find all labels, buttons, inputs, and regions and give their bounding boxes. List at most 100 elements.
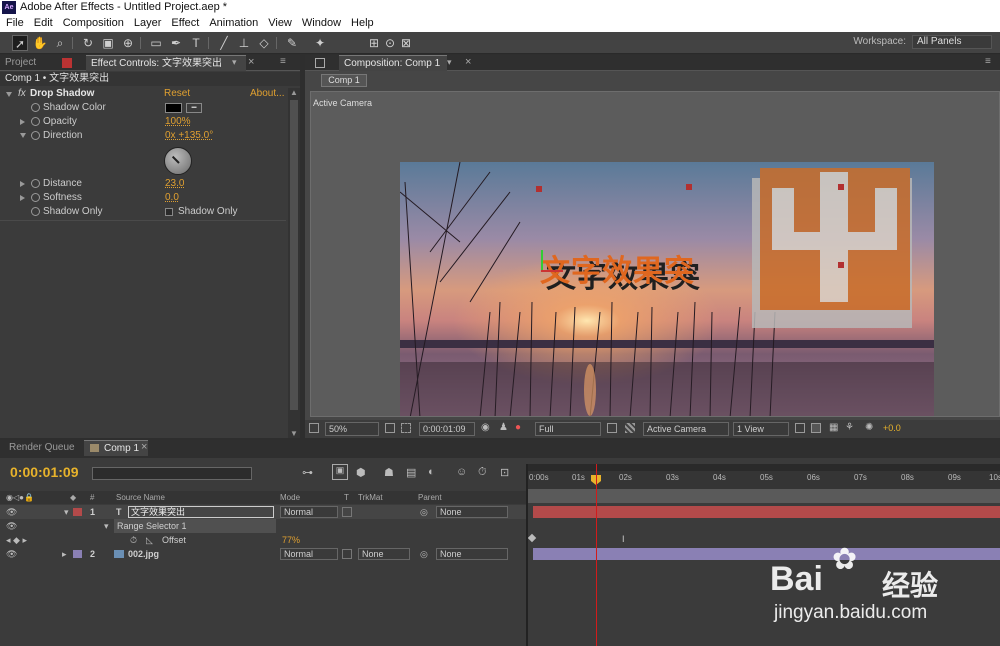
time-navigator[interactable] bbox=[527, 464, 1000, 471]
zoom-dropdown[interactable]: 50% bbox=[325, 422, 379, 436]
transparency-grid-icon[interactable] bbox=[625, 423, 635, 433]
exposure-value[interactable]: +0.0 bbox=[883, 423, 901, 433]
comp-subtab[interactable]: Comp 1 bbox=[321, 74, 367, 87]
panel-menu-icon[interactable]: ≡ bbox=[985, 56, 991, 67]
menu-layer[interactable]: Layer bbox=[129, 15, 167, 32]
parent-dropdown[interactable]: None bbox=[436, 548, 508, 560]
handle-icon[interactable] bbox=[536, 186, 542, 192]
brush-tool-icon[interactable]: ╱ bbox=[216, 35, 232, 51]
dropdown-arrow-icon[interactable]: ▾ bbox=[232, 57, 237, 68]
pen-tool-icon[interactable]: ✒ bbox=[168, 35, 184, 51]
live-update-icon[interactable]: ▣ bbox=[332, 464, 348, 480]
menu-animation[interactable]: Animation bbox=[204, 15, 263, 32]
pan-behind-tool-icon[interactable]: ⊕ bbox=[120, 35, 136, 51]
direction-value[interactable]: 0x +135.0° bbox=[165, 129, 213, 143]
frame-blending-icon[interactable]: ▤ bbox=[406, 466, 416, 479]
view-axis-icon[interactable]: ⊠ bbox=[398, 35, 414, 51]
stopwatch-icon[interactable] bbox=[31, 103, 40, 112]
puppet-tool-icon[interactable]: ✦ bbox=[312, 35, 328, 51]
close-icon[interactable]: × bbox=[248, 56, 254, 68]
snapshot-icon[interactable]: ◉ bbox=[481, 422, 490, 433]
world-axis-icon[interactable]: ⊙ bbox=[382, 35, 398, 51]
handle-icon[interactable] bbox=[838, 262, 844, 268]
roi-icon[interactable] bbox=[607, 423, 617, 433]
about-link[interactable]: About... bbox=[250, 87, 284, 101]
exposure-icon[interactable]: ✺ bbox=[865, 422, 873, 433]
flowchart-icon[interactable]: ⚘ bbox=[845, 422, 854, 433]
mode-dropdown[interactable]: Normal bbox=[280, 506, 338, 518]
panel-menu-icon[interactable]: ≡ bbox=[280, 56, 286, 67]
camera-dropdown[interactable]: Active Camera bbox=[643, 422, 729, 436]
twirl-icon[interactable]: ▸ bbox=[62, 547, 67, 561]
range-selector-label[interactable]: Range Selector 1 bbox=[114, 519, 276, 533]
current-time-indicator[interactable] bbox=[596, 464, 597, 646]
pickwhip-icon[interactable]: ◎ bbox=[420, 505, 428, 519]
twirl-down-icon[interactable]: ▾ bbox=[104, 519, 109, 533]
always-preview-icon[interactable] bbox=[309, 423, 319, 433]
eraser-tool-icon[interactable]: ◇ bbox=[256, 35, 272, 51]
workspace-dropdown[interactable]: All Panels bbox=[912, 35, 992, 49]
hide-shy-icon[interactable]: ☗ bbox=[384, 466, 394, 479]
tab-composition[interactable]: Composition: Comp 1 bbox=[339, 55, 447, 71]
trkmat-dropdown[interactable]: None bbox=[358, 548, 410, 560]
twirl-down-icon[interactable]: ▾ bbox=[64, 505, 69, 519]
parent-dropdown[interactable]: None bbox=[436, 506, 508, 518]
channel-icon[interactable]: ● bbox=[515, 422, 521, 433]
workspace-selector[interactable]: Workspace: All Panels bbox=[853, 35, 992, 49]
lock-icon[interactable] bbox=[62, 58, 72, 68]
preserve-transparency-box[interactable] bbox=[342, 549, 352, 559]
eye-icon[interactable]: 👁 bbox=[6, 505, 17, 519]
menu-edit[interactable]: Edit bbox=[29, 15, 58, 32]
eye-icon[interactable]: 👁 bbox=[6, 547, 17, 561]
opacity-value[interactable]: 100% bbox=[165, 115, 191, 129]
twirl-icon[interactable] bbox=[20, 119, 25, 125]
stopwatch-icon[interactable] bbox=[31, 131, 40, 140]
offset-row[interactable]: ◂ ◆ ▸ ⏱ ◺ Offset 77% bbox=[0, 533, 527, 547]
stopwatch-icon[interactable] bbox=[31, 179, 40, 188]
selection-tool-icon[interactable]: ➚ bbox=[12, 35, 28, 51]
eyedropper-icon[interactable]: ━ bbox=[186, 103, 202, 113]
pickwhip-icon[interactable]: ◎ bbox=[420, 547, 428, 561]
layer-search-input[interactable] bbox=[92, 467, 252, 480]
stopwatch-icon[interactable] bbox=[31, 193, 40, 202]
direction-dial[interactable] bbox=[164, 147, 192, 175]
graph-icon[interactable]: ◺ bbox=[146, 533, 153, 547]
col-source-name[interactable]: Source Name bbox=[116, 491, 165, 504]
current-time[interactable]: 0:00:01:09 bbox=[10, 464, 79, 480]
color-swatch[interactable] bbox=[165, 103, 182, 113]
eye-icon[interactable]: 👁 bbox=[6, 519, 17, 533]
menu-file[interactable]: File bbox=[0, 15, 29, 32]
stopwatch-icon[interactable] bbox=[31, 117, 40, 126]
offset-value[interactable]: 77% bbox=[282, 533, 300, 547]
range-selector-row[interactable]: 👁 ▾ Range Selector 1 bbox=[0, 519, 527, 533]
menu-window[interactable]: Window bbox=[297, 15, 346, 32]
stopwatch-icon[interactable]: ⏱ bbox=[130, 533, 137, 547]
view-layout-dropdown[interactable]: 1 View bbox=[733, 422, 789, 436]
x-axis-gizmo-icon[interactable] bbox=[541, 270, 563, 272]
work-area-bar[interactable] bbox=[527, 489, 1000, 503]
type-tool-icon[interactable]: T bbox=[188, 35, 204, 51]
dropdown-arrow-icon[interactable]: ▾ bbox=[447, 57, 452, 68]
softness-value[interactable]: 0.0 bbox=[165, 191, 179, 205]
keyframe-icon[interactable]: I bbox=[622, 534, 625, 544]
fast-previews-icon[interactable] bbox=[811, 423, 821, 433]
close-icon[interactable]: × bbox=[465, 56, 471, 68]
resolution-dropdown[interactable]: Full bbox=[535, 422, 601, 436]
auto-keyframe-icon[interactable]: ⏱ bbox=[478, 466, 487, 479]
twirl-icon[interactable] bbox=[20, 181, 25, 187]
distance-value[interactable]: 23.0 bbox=[165, 177, 184, 191]
tab-render-queue[interactable]: Render Queue bbox=[4, 440, 80, 456]
panel-divider[interactable] bbox=[526, 464, 528, 646]
stopwatch-icon[interactable] bbox=[31, 207, 40, 216]
timeline-icon[interactable]: ▦ bbox=[829, 422, 838, 433]
close-icon[interactable]: × bbox=[141, 441, 147, 453]
rectangle-tool-icon[interactable]: ▭ bbox=[148, 35, 164, 51]
time-ruler[interactable]: 0:00s 01s 02s 03s 04s 05s 06s 07s 08s 09… bbox=[527, 464, 1000, 490]
axis-icon[interactable]: ⊞ bbox=[366, 35, 382, 51]
show-snapshot-icon[interactable]: ♟ bbox=[499, 422, 508, 433]
layer-row-2[interactable]: 👁 ▸ 2 002.jpg Normal None ◎ None bbox=[0, 547, 527, 561]
handle-icon[interactable] bbox=[838, 184, 844, 190]
tab-effect-controls[interactable]: Effect Controls: 文字效果突出 bbox=[86, 55, 246, 71]
camera-tool-icon[interactable]: ▣ bbox=[100, 35, 116, 51]
scrollbar[interactable]: ▲ ▼ bbox=[288, 88, 300, 438]
